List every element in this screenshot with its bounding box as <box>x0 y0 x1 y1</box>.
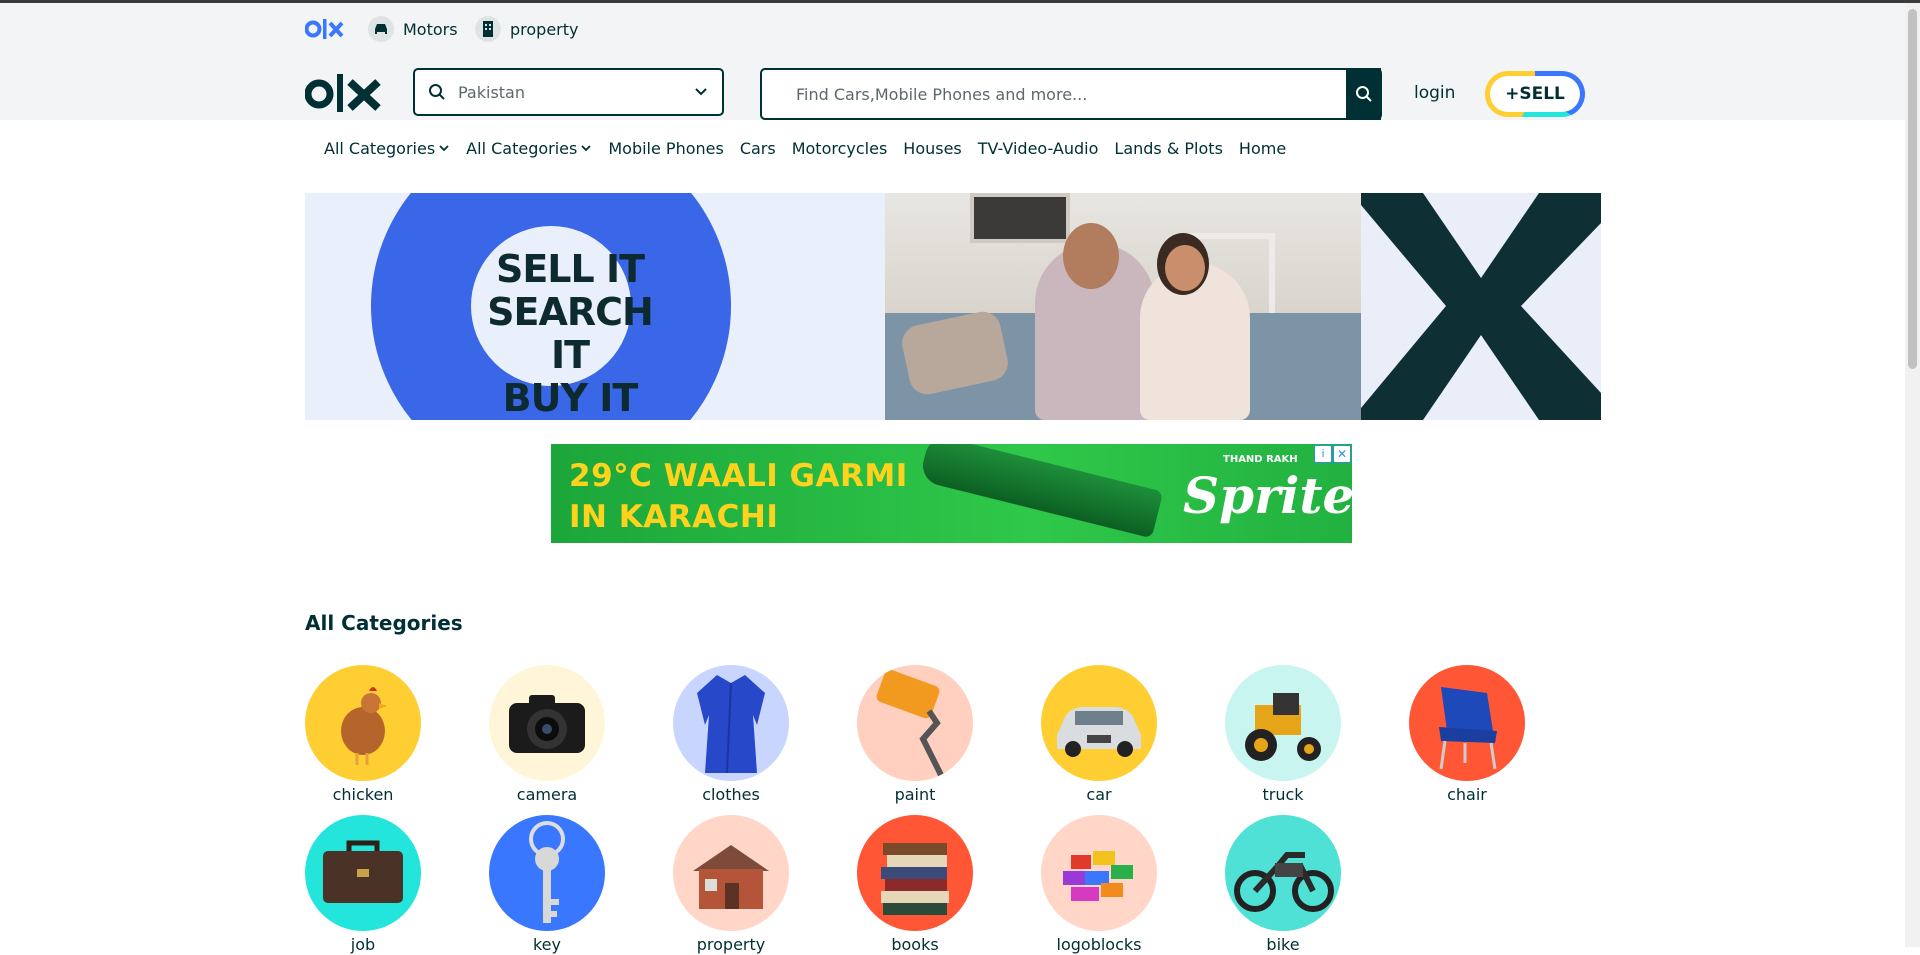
location-value: Pakistan <box>458 82 525 102</box>
chair-icon <box>1409 665 1525 781</box>
category-item-chicken[interactable]: chicken <box>303 665 423 805</box>
category-label: bike <box>1266 935 1300 954</box>
motors-label: Motors <box>403 19 458 39</box>
category-label: chair <box>1447 785 1487 804</box>
search-button[interactable] <box>1346 68 1382 120</box>
category-item-camera[interactable]: camera <box>487 665 607 805</box>
chevron-down-icon <box>439 145 449 152</box>
hero-slogan: SELL IT SEARCH IT BUY IT <box>487 247 654 420</box>
category-label: logoblocks <box>1056 935 1142 954</box>
nav-item-cars[interactable]: Cars <box>740 139 776 158</box>
nav-item-mobile-phones[interactable]: Mobile Phones <box>608 139 723 158</box>
category-nav: All Categories All Categories Mobile Pho… <box>324 137 1302 159</box>
hero-line-2: SEARCH IT <box>487 290 654 377</box>
ad-tagline: THAND RAKH <box>1223 454 1298 465</box>
category-label: property <box>696 935 766 954</box>
category-label: chicken <box>332 785 394 804</box>
paint-roller-icon <box>857 665 973 781</box>
ad-headline-line-1: 29°C WAALI GARMI <box>569 458 908 494</box>
category-item-key[interactable]: key <box>487 815 607 955</box>
search-icon <box>429 84 445 100</box>
books-icon <box>857 815 973 931</box>
ad-headline: 29°C WAALI GARMI IN KARACHI <box>569 456 908 538</box>
category-item-job[interactable]: job <box>303 815 423 955</box>
house-icon <box>673 815 789 931</box>
category-item-property[interactable]: property <box>671 815 791 955</box>
chevron-down-icon <box>695 88 707 96</box>
category-label: truck <box>1262 785 1304 804</box>
man-head <box>1063 223 1119 289</box>
ad-headline-line-2: IN KARACHI <box>569 499 779 535</box>
nav-item-houses[interactable]: Houses <box>903 139 961 158</box>
property-link[interactable]: property <box>475 14 579 44</box>
nav-item-motorcycles[interactable]: Motorcycles <box>792 139 888 158</box>
search-input[interactable] <box>794 70 1338 118</box>
nav-all-categories-dropdown[interactable]: All Categories <box>324 139 450 158</box>
motors-link[interactable]: Motors <box>368 14 458 44</box>
key-icon <box>489 815 605 931</box>
olx-mini-logo[interactable] <box>305 18 345 40</box>
nav-all-categories-dropdown-2[interactable]: All Categories <box>466 139 592 158</box>
nav-item-home[interactable]: Home <box>1239 139 1286 158</box>
category-item-chair[interactable]: chair <box>1407 665 1527 805</box>
scrollbar-thumb[interactable] <box>1908 9 1917 369</box>
property-label: property <box>510 19 579 39</box>
category-label: key <box>532 935 561 954</box>
sprite-ad-banner[interactable]: 29°C WAALI GARMI IN KARACHI THAND RAKH S… <box>551 444 1352 543</box>
hero-text-panel: SELL IT SEARCH IT BUY IT <box>305 193 885 420</box>
building-icon <box>475 16 501 42</box>
woman-face <box>1165 245 1205 291</box>
wall-frame-image <box>970 193 1070 243</box>
login-link[interactable]: login <box>1414 83 1455 103</box>
category-item-paint[interactable]: paint <box>855 665 975 805</box>
clothes-icon <box>673 665 789 781</box>
camera-icon <box>489 665 605 781</box>
category-item-car[interactable]: car <box>1039 665 1159 805</box>
sell-button[interactable]: +SELL <box>1485 71 1585 117</box>
car-icon <box>1041 665 1157 781</box>
category-label: paint <box>894 785 936 804</box>
category-item-bike[interactable]: bike <box>1223 815 1343 955</box>
category-item-books[interactable]: books <box>855 815 975 955</box>
category-item-logoblocks[interactable]: logoblocks <box>1039 815 1159 955</box>
category-label: camera <box>516 785 578 804</box>
nav-item-label: All Categories <box>324 138 436 158</box>
category-label: car <box>1086 785 1112 804</box>
category-label: books <box>891 935 939 954</box>
sprite-bottle-image <box>918 444 1164 539</box>
location-select[interactable]: Pakistan <box>413 68 724 116</box>
chevron-down-icon <box>581 145 591 152</box>
all-categories-title: All Categories <box>305 611 463 635</box>
category-label: clothes <box>702 785 760 804</box>
hero-couple-photo <box>885 193 1361 420</box>
search-icon <box>1356 86 1372 102</box>
search-field[interactable] <box>760 68 1381 120</box>
olx-x-graphic <box>1361 193 1601 420</box>
sell-button-label: +SELL <box>1490 76 1580 112</box>
ad-close-icon[interactable]: ✕ <box>1333 445 1351 463</box>
tractor-icon <box>1225 665 1341 781</box>
car-icon <box>368 16 394 42</box>
olx-logo[interactable] <box>305 72 383 114</box>
toy-blocks-icon <box>1041 815 1157 931</box>
ad-brand-logo: Sprite <box>1183 466 1352 525</box>
hero-banner[interactable]: SELL IT SEARCH IT BUY IT <box>305 193 1601 420</box>
category-label: job <box>350 935 376 954</box>
hero-line-1: SELL IT <box>495 247 645 291</box>
category-item-clothes[interactable]: clothes <box>671 665 791 805</box>
nav-item-label: All Categories <box>466 138 578 158</box>
chicken-icon <box>305 665 421 781</box>
page-scrollbar[interactable] <box>1905 3 1920 947</box>
hero-line-3: BUY IT <box>502 376 639 420</box>
ad-info-icon[interactable]: i <box>1314 445 1332 463</box>
category-item-truck[interactable]: truck <box>1223 665 1343 805</box>
motorbike-icon <box>1225 815 1341 931</box>
briefcase-icon <box>305 815 421 931</box>
nav-item-lands-plots[interactable]: Lands & Plots <box>1114 139 1223 158</box>
nav-item-tv-video-audio[interactable]: TV-Video-Audio <box>978 139 1099 158</box>
